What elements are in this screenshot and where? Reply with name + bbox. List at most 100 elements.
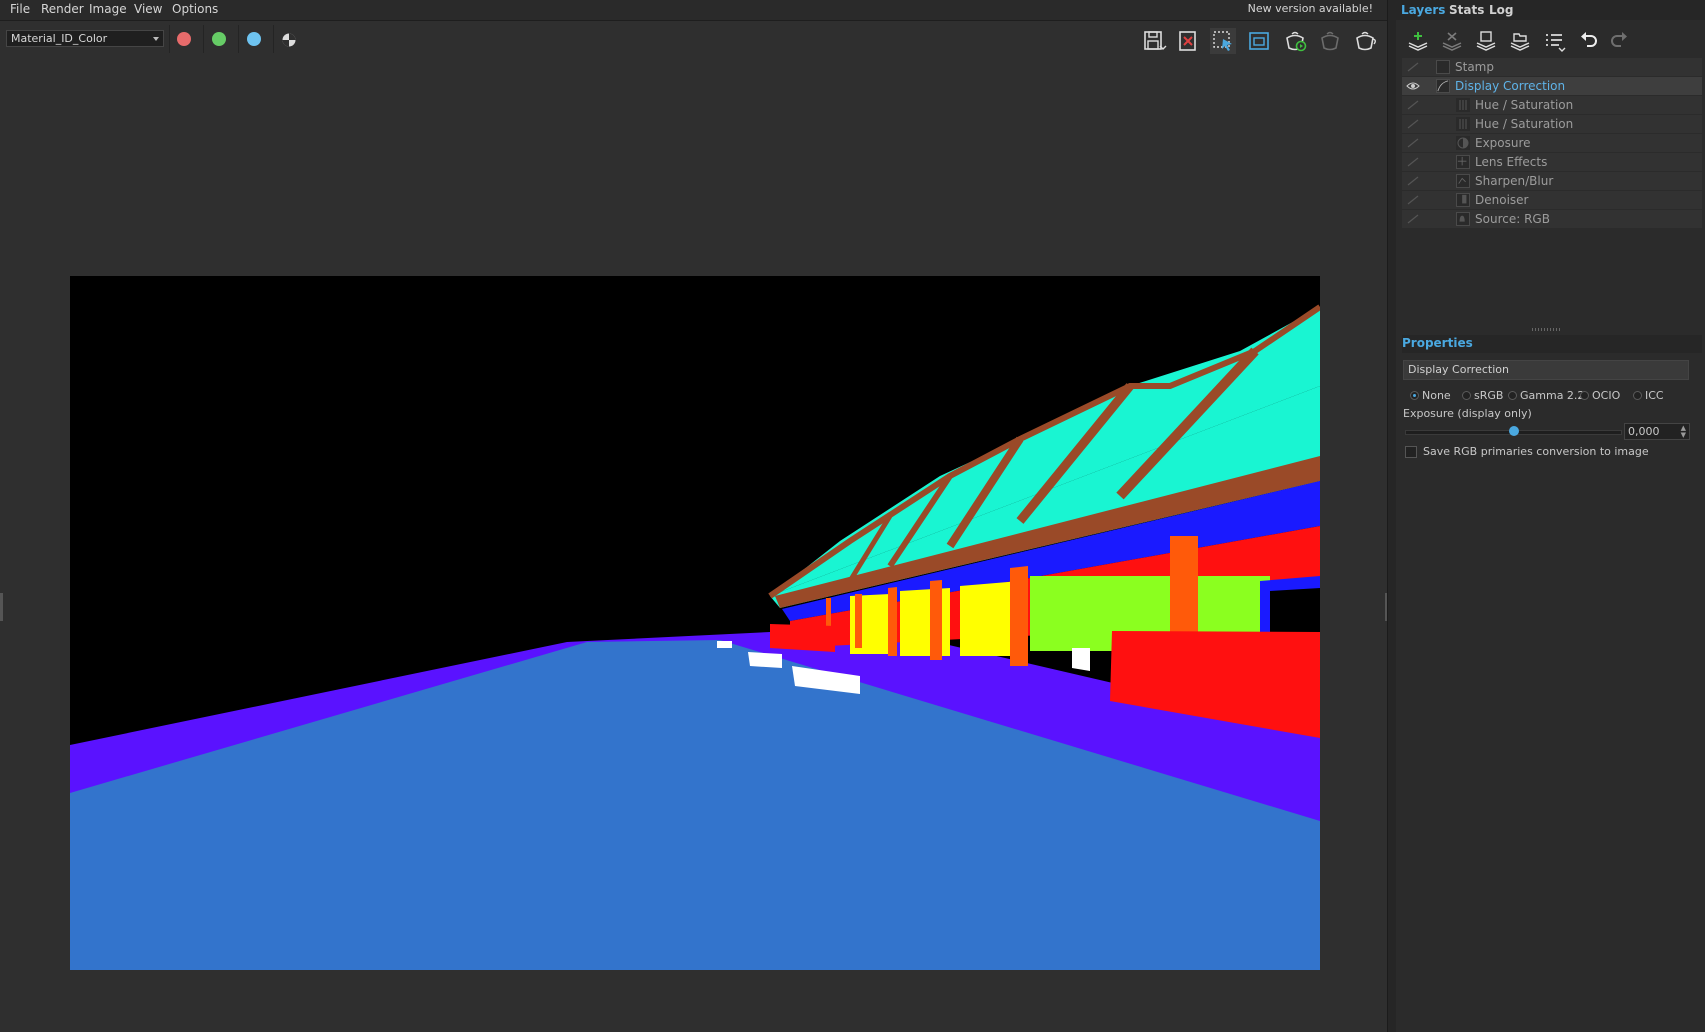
layer-name: Denoiser	[1475, 193, 1529, 207]
region-render-icon[interactable]	[1210, 28, 1236, 54]
denoiser-icon	[1456, 193, 1470, 207]
panel-resize-grip[interactable]	[1532, 328, 1562, 331]
menu-options[interactable]: Options	[172, 2, 218, 16]
menu-render[interactable]: Render	[41, 2, 84, 16]
spinner-arrows-icon[interactable]: ▲ ▼	[1681, 425, 1686, 439]
channel-select[interactable]: Material_ID_Color	[6, 30, 164, 47]
layer-name: Stamp	[1455, 60, 1494, 74]
exposure-slider-handle[interactable]	[1508, 426, 1519, 436]
menu-bar: File Render Image View Options New versi…	[0, 0, 1387, 21]
visibility-toggle-icon[interactable]	[1406, 213, 1420, 225]
lens-effects-icon	[1456, 155, 1470, 169]
layer-list: Stamp Display Correction Hue / Saturatio…	[1402, 58, 1702, 229]
channel-select-value: Material_ID_Color	[11, 32, 108, 45]
material-id-render	[70, 276, 1320, 970]
layer-thumbnail	[1436, 60, 1450, 74]
layer-name: Exposure	[1475, 136, 1531, 150]
exposure-value: 0,000	[1628, 425, 1660, 438]
radio-none[interactable]: None	[1410, 389, 1451, 402]
redo-icon[interactable]	[1608, 29, 1632, 53]
red-channel-toggle[interactable]	[177, 32, 191, 46]
layer-row-display-correction[interactable]: Display Correction	[1402, 77, 1702, 95]
frame-buffer-toolbar: Material_ID_Color	[0, 21, 1387, 57]
toolbar-divider	[238, 25, 239, 53]
layer-row-hue-saturation[interactable]: Hue / Saturation	[1402, 115, 1702, 133]
layer-row-denoiser[interactable]: Denoiser	[1402, 191, 1702, 209]
red-barrier	[770, 624, 835, 652]
radio-label: Gamma 2.2	[1520, 389, 1585, 402]
teapot-thumbnail-icon	[1456, 212, 1470, 226]
visibility-toggle-icon[interactable]	[1406, 61, 1420, 73]
radio-gamma[interactable]: Gamma 2.2	[1508, 389, 1584, 402]
render-icon[interactable]	[1282, 28, 1308, 54]
layer-name: Hue / Saturation	[1475, 117, 1574, 131]
visibility-toggle-icon[interactable]	[1406, 175, 1420, 187]
tab-stats[interactable]: Stats	[1449, 3, 1484, 17]
visibility-toggle-icon[interactable]	[1406, 137, 1420, 149]
layer-name-field[interactable]: Display Correction	[1403, 360, 1689, 380]
sliders-icon	[1456, 117, 1470, 131]
layers-panel: Layers Stats Log Stamp Display Correctio…	[1396, 0, 1705, 1032]
render-teapot-icon[interactable]	[1352, 28, 1378, 54]
panel-tabs: Layers Stats Log	[1396, 0, 1705, 20]
radio-label: sRGB	[1474, 389, 1504, 402]
save-layers-icon[interactable]	[1474, 29, 1498, 53]
clear-image-icon[interactable]	[1175, 28, 1201, 54]
load-layers-icon[interactable]	[1508, 29, 1532, 53]
menu-file[interactable]: File	[10, 2, 30, 16]
stop-render-icon[interactable]	[1317, 28, 1343, 54]
visibility-toggle-icon[interactable]	[1406, 99, 1420, 111]
layer-name: Lens Effects	[1475, 155, 1548, 169]
furniture	[748, 652, 782, 668]
panel-resize-handle[interactable]	[0, 593, 3, 621]
toolbar-divider	[169, 25, 170, 53]
menu-view[interactable]: View	[134, 2, 162, 16]
radio-dot	[1410, 391, 1419, 400]
save-primaries-checkbox[interactable]	[1405, 446, 1417, 458]
furniture	[717, 641, 732, 648]
layer-row-source-rgb[interactable]: Source: RGB	[1402, 210, 1702, 228]
layer-name: Display Correction	[1455, 79, 1566, 93]
radio-icc[interactable]: ICC	[1633, 389, 1664, 402]
layer-row-stamp[interactable]: Stamp	[1402, 58, 1702, 76]
menu-image[interactable]: Image	[89, 2, 127, 16]
exposure-spinbox[interactable]: 0,000 ▲ ▼	[1624, 423, 1690, 440]
pillar	[1010, 566, 1028, 666]
radio-ocio[interactable]: OCIO	[1580, 389, 1620, 402]
radio-label: OCIO	[1592, 389, 1621, 402]
undo-icon[interactable]	[1576, 29, 1600, 53]
visibility-toggle-icon[interactable]	[1406, 118, 1420, 130]
new-version-notice[interactable]: New version available!	[1248, 2, 1373, 15]
blue-channel-toggle[interactable]	[247, 32, 261, 46]
radio-label: ICC	[1645, 389, 1664, 402]
frame-buffer-icon[interactable]	[1246, 28, 1272, 54]
layer-row-sharpen-blur[interactable]: Sharpen/Blur	[1402, 172, 1702, 190]
visibility-toggle-icon[interactable]	[1406, 194, 1420, 206]
visibility-eye-icon[interactable]	[1406, 80, 1420, 92]
exposure-icon	[1456, 136, 1470, 150]
tab-log[interactable]: Log	[1489, 3, 1513, 17]
layer-row-exposure[interactable]: Exposure	[1402, 134, 1702, 152]
green-channel-toggle[interactable]	[212, 32, 226, 46]
pillar	[888, 587, 897, 656]
layer-row-lens-effects[interactable]: Lens Effects	[1402, 153, 1702, 171]
toolbar-divider	[203, 25, 204, 53]
exposure-label: Exposure (display only)	[1403, 407, 1532, 420]
layer-menu-icon[interactable]	[1542, 29, 1566, 53]
tab-layers[interactable]: Layers	[1401, 3, 1445, 17]
radio-srgb[interactable]: sRGB	[1462, 389, 1503, 402]
layer-row-hue-saturation[interactable]: Hue / Saturation	[1402, 96, 1702, 114]
render-view: File Render Image View Options New versi…	[0, 0, 1388, 1032]
rendered-image[interactable]	[70, 276, 1320, 970]
layer-toolbar	[1396, 22, 1705, 58]
delete-layer-icon[interactable]	[1440, 29, 1464, 53]
sliders-icon	[1456, 98, 1470, 112]
visibility-toggle-icon[interactable]	[1406, 156, 1420, 168]
layer-name: Source: RGB	[1475, 212, 1550, 226]
save-image-icon[interactable]	[1141, 28, 1167, 54]
sharpen-icon	[1456, 174, 1470, 188]
alpha-channel-icon[interactable]	[276, 28, 302, 54]
add-layer-icon[interactable]	[1406, 29, 1430, 53]
radio-dot	[1508, 391, 1517, 400]
radio-dot	[1580, 391, 1589, 400]
